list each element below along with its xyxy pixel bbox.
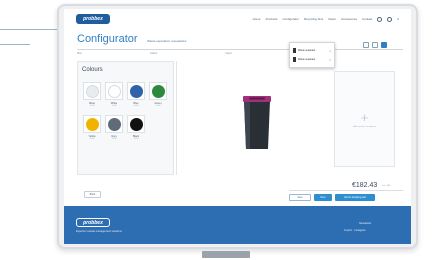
colour-price: +0.00: [133, 105, 139, 107]
footer-logo[interactable]: probbex: [76, 218, 110, 227]
product-preview: + Add another receptacle: [176, 61, 403, 175]
colours-panel: Colours Silver +0.00 White +0.00 Blue +0…: [77, 61, 174, 175]
swatch-box: [127, 82, 145, 100]
waste-bin-image: [243, 96, 271, 149]
view-toggles: [363, 42, 387, 48]
nav-item-configurator[interactable]: Configurator: [282, 17, 299, 21]
action-buttons: Save Next Add to shopping cart: [289, 194, 375, 201]
colour-price: +0.00: [155, 105, 161, 107]
swatch-box: [127, 115, 145, 133]
cart-count: 0: [397, 17, 399, 21]
search-icon[interactable]: [377, 16, 383, 22]
brand-logo[interactable]: probbex: [76, 14, 110, 24]
bin-thumbnail-icon: [293, 48, 296, 53]
next-button[interactable]: Next: [314, 194, 332, 201]
swatch-dot: [151, 84, 165, 98]
page-title: Configurator: [77, 33, 138, 45]
colour-option-silver[interactable]: Silver +0.00: [83, 82, 101, 107]
divider: [289, 190, 403, 191]
bin-side-shade: [244, 101, 250, 149]
swatch-box: [105, 82, 123, 100]
nav-item-home[interactable]: Home: [253, 17, 261, 21]
colour-option-black[interactable]: Black +0.00: [127, 115, 145, 140]
total-price: €182.43: [352, 182, 378, 189]
colour-price: +0.00: [89, 105, 95, 107]
plus-icon: +: [360, 109, 369, 125]
colour-price: +0.00: [111, 138, 117, 140]
add-receptacle-label: Add another receptacle: [353, 125, 376, 128]
save-button[interactable]: Save: [289, 194, 311, 201]
colour-price: +0.00: [89, 138, 95, 140]
close-icon[interactable]: ×: [329, 49, 331, 53]
swatch-box: [105, 115, 123, 133]
step-tab-colour[interactable]: Colour: [150, 52, 157, 55]
swatch-dot: [107, 117, 121, 131]
screen: probbex Home Products Configurator Recyc…: [64, 9, 411, 244]
footer-links[interactable]: Imprint · Instagram: [344, 229, 366, 232]
add-to-cart-button[interactable]: Add to shopping cart: [335, 194, 375, 201]
nav-item-recycling-bins[interactable]: Recycling bins: [304, 17, 323, 21]
page-subtitle: Waste separation receptacles: [147, 39, 187, 43]
colour-swatches: Silver +0.00 White +0.00 Blue +0.00 Gree…: [83, 82, 169, 140]
monitor-frame: probbex Home Products Configurator Recyc…: [57, 4, 418, 249]
monitor-stand: [202, 251, 250, 258]
swatch-dot: [129, 84, 143, 98]
swatch-box: [83, 115, 101, 133]
decorative-line: [0, 44, 30, 45]
colour-price: +0.00: [111, 105, 117, 107]
popup-item[interactable]: Waste separator ×: [293, 55, 331, 64]
colour-option-green[interactable]: Green +0.00: [149, 82, 167, 107]
grid-view-icon[interactable]: [372, 42, 378, 48]
cart-icon[interactable]: [387, 16, 393, 22]
price-note: incl. VAT: [382, 185, 391, 187]
settings-icon[interactable]: [381, 42, 387, 48]
swatch-box: [149, 82, 167, 100]
swatch-dot: [85, 84, 99, 98]
swatch-dot: [107, 84, 121, 98]
colours-heading: Colours: [82, 67, 103, 73]
colour-option-grey[interactable]: Grey +0.00: [105, 115, 123, 140]
decorative-line: [0, 29, 60, 30]
swatch-dot: [129, 117, 143, 131]
popup-item[interactable]: Waste separator ×: [293, 46, 331, 55]
step-tab-size[interactable]: Size: [77, 52, 82, 55]
colour-option-yellow[interactable]: Yellow +0.00: [83, 115, 101, 140]
swatch-dot: [85, 117, 99, 131]
divider: [77, 49, 403, 50]
nav-item-accessories[interactable]: Accessories: [341, 17, 357, 21]
bin-thumbnail-icon: [293, 57, 296, 62]
bin-lid-opening: [249, 97, 265, 100]
footer-tagline: Experts in waste management solutions: [76, 230, 122, 233]
popup-item-label: Waste separator: [298, 49, 316, 52]
popup-item-label: Waste separator: [298, 58, 316, 61]
step-tabs: Size Colour Insert Lid: [77, 52, 303, 55]
top-nav: probbex Home Products Configurator Recyc…: [64, 9, 411, 29]
site-footer: probbex Experts in waste management solu…: [64, 206, 411, 244]
back-button[interactable]: Back: [84, 191, 101, 198]
list-view-icon[interactable]: [363, 42, 369, 48]
selection-popup: Waste separator × Waste separator ×: [289, 42, 335, 68]
stage: probbex Home Products Configurator Recyc…: [0, 0, 434, 260]
swatch-box: [83, 82, 101, 100]
add-receptacle-box[interactable]: + Add another receptacle: [334, 71, 395, 167]
nav-item-contact[interactable]: Contact: [362, 17, 372, 21]
nav-item-news[interactable]: News: [328, 17, 336, 21]
nav-item-products[interactable]: Products: [266, 17, 278, 21]
colour-option-white[interactable]: White +0.00: [105, 82, 123, 107]
footer-link-newsletter[interactable]: Newsletter: [359, 222, 371, 225]
step-tab-insert[interactable]: Insert: [225, 52, 231, 55]
colour-price: +0.00: [133, 138, 139, 140]
close-icon[interactable]: ×: [329, 58, 331, 62]
colour-option-blue[interactable]: Blue +0.00: [127, 82, 145, 107]
main-menu: Home Products Configurator Recycling bin…: [253, 16, 399, 22]
